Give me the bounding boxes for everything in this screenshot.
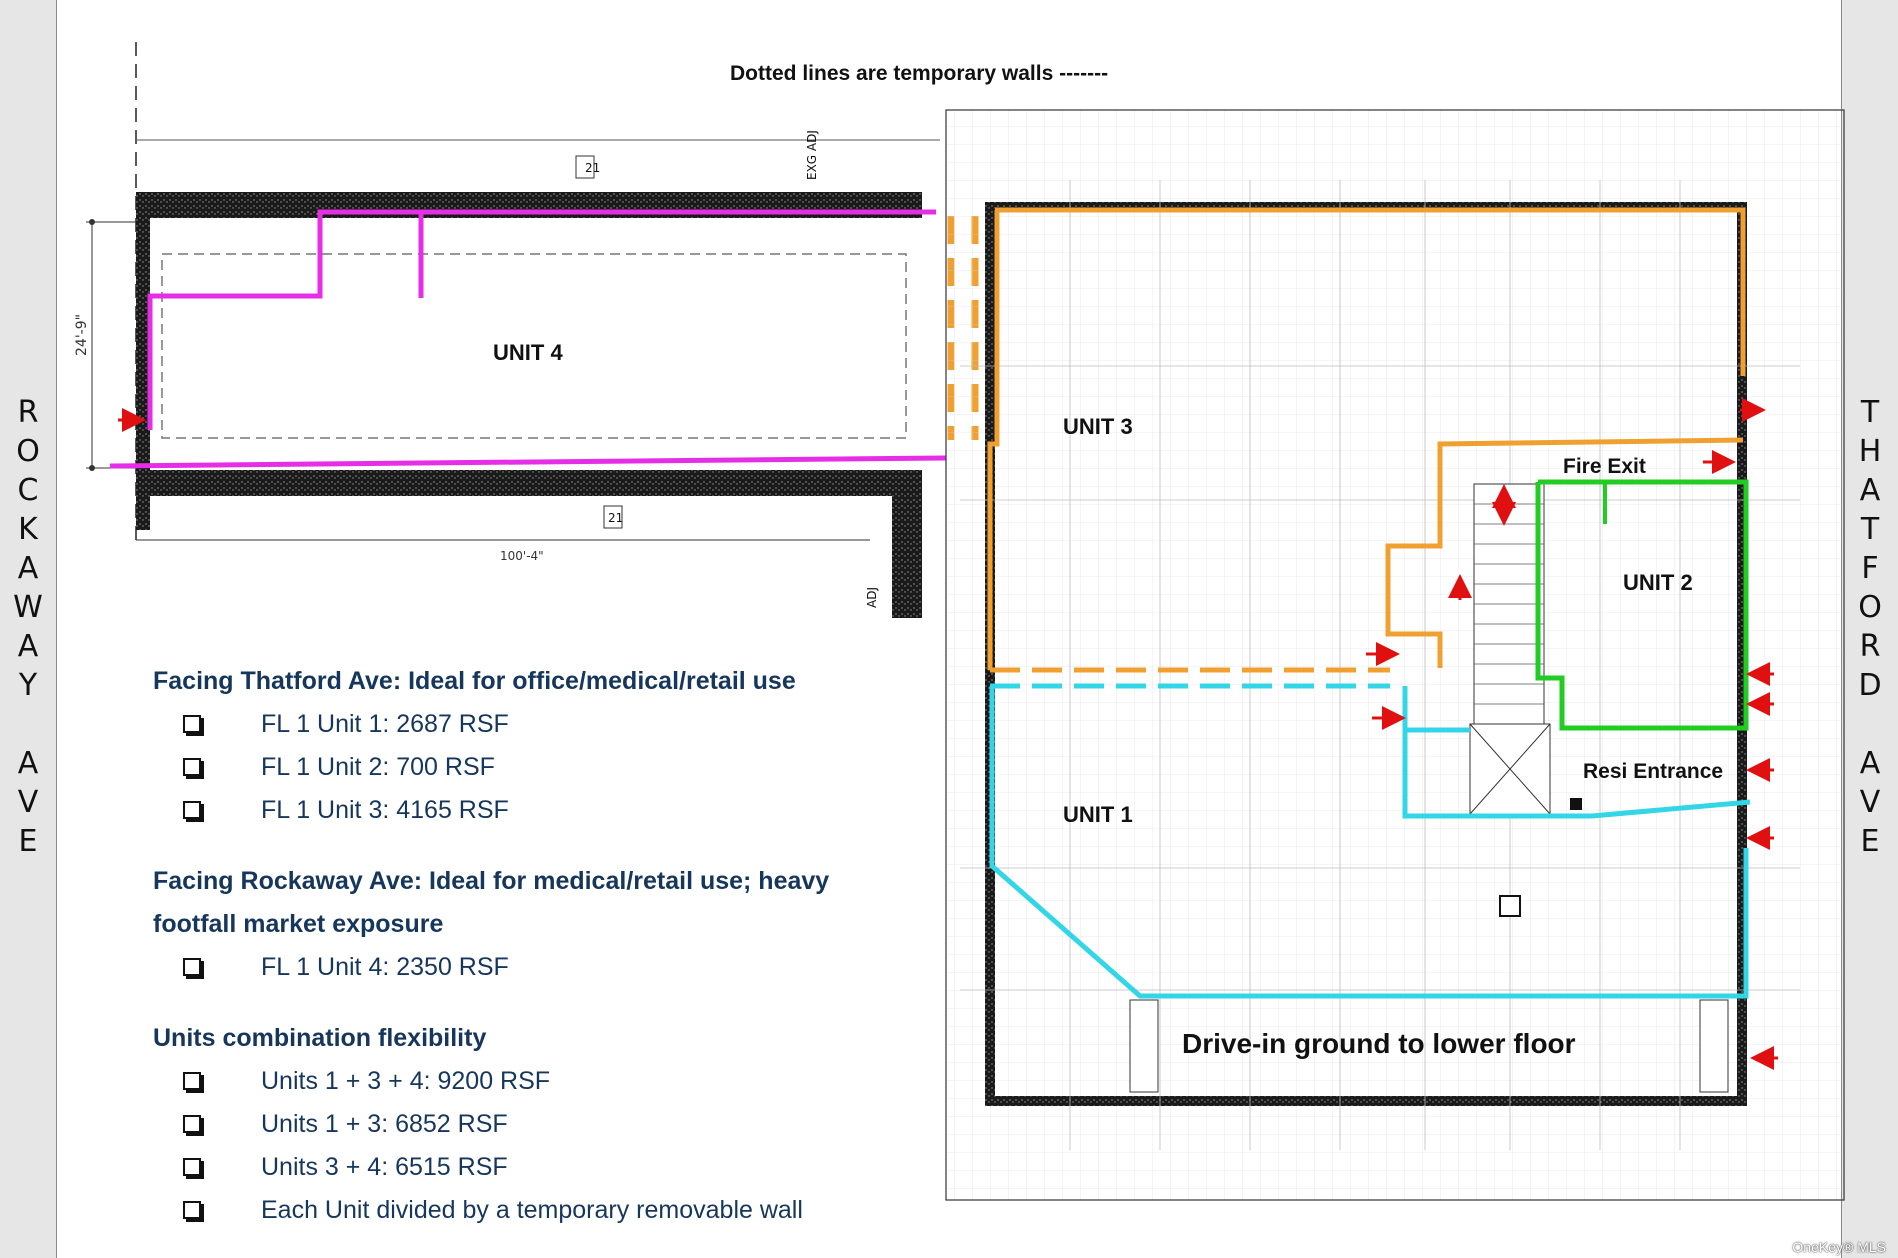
section-heading: Units combination flexibility xyxy=(153,1024,487,1052)
list-item-text: Units 1 + 3 + 4: 9200 RSF xyxy=(261,1067,551,1095)
adj-wall xyxy=(892,470,922,618)
unit4-label: UNIT 4 xyxy=(493,340,563,365)
checkbox-icon xyxy=(183,801,201,819)
section-heading: Facing Thatford Ave: Ideal for office/me… xyxy=(153,667,796,695)
exg-adj-label: EXG ADJ xyxy=(805,130,819,180)
list-item-text: FL 1 Unit 1: 2687 RSF xyxy=(261,710,509,738)
unit4-building xyxy=(86,42,979,618)
list-item: Each Unit divided by a temporary removab… xyxy=(153,1189,873,1232)
adj-label: ADJ xyxy=(865,587,879,608)
drive-in-label: Drive-in ground to lower floor xyxy=(1182,1028,1576,1059)
checkbox-icon xyxy=(183,758,201,776)
checkbox-icon xyxy=(183,715,201,733)
list-item-text: FL 1 Unit 3: 4165 RSF xyxy=(261,796,509,824)
checkbox-icon xyxy=(183,1072,201,1090)
info-panel: Facing Thatford Ave: Ideal for office/me… xyxy=(153,660,873,1232)
checkbox-icon xyxy=(183,958,201,976)
list-item: Units 1 + 3 + 4: 9200 RSF xyxy=(153,1060,873,1103)
fire-exit-label: Fire Exit xyxy=(1563,455,1646,478)
unit4-outline xyxy=(147,209,936,430)
list-item: Units 1 + 3: 6852 RSF xyxy=(153,1103,873,1146)
list-item-text: Each Unit divided by a temporary removab… xyxy=(261,1196,803,1224)
checkbox-icon xyxy=(183,1115,201,1133)
south-wall xyxy=(136,470,922,496)
unit1-label: UNIT 1 xyxy=(1063,802,1133,827)
resi-entrance-label: Resi Entrance xyxy=(1583,760,1724,783)
list-item: Units 3 + 4: 6515 RSF xyxy=(153,1146,873,1189)
width-dimension: 100'-4" xyxy=(500,549,544,563)
tag-21-label: 21 xyxy=(608,511,623,525)
list-item: FL 1 Unit 1: 2687 RSF xyxy=(153,703,873,746)
tag-21-label: 21 xyxy=(585,161,600,175)
list-item: FL 1 Unit 3: 4165 RSF xyxy=(153,789,873,832)
unit2-label: UNIT 2 xyxy=(1623,570,1693,595)
checkbox-icon xyxy=(183,1158,201,1176)
brand-watermark: OneKey® MLS xyxy=(1792,1239,1886,1255)
list-item-text: Units 3 + 4: 6515 RSF xyxy=(261,1153,508,1181)
unit3-label: UNIT 3 xyxy=(1063,414,1133,439)
unit-list: FL 1 Unit 4: 2350 RSF xyxy=(153,946,873,989)
list-item: FL 1 Unit 2: 700 RSF xyxy=(153,746,873,789)
list-item-text: FL 1 Unit 4: 2350 RSF xyxy=(261,953,509,981)
list-item-text: FL 1 Unit 2: 700 RSF xyxy=(261,753,495,781)
checkbox-icon xyxy=(183,1201,201,1219)
height-dimension: 24'-9" xyxy=(74,314,90,356)
list-item-text: Units 1 + 3: 6852 RSF xyxy=(261,1110,508,1138)
section-heading: Facing Rockaway Ave: Ideal for medical/r… xyxy=(153,867,830,938)
unit-list: FL 1 Unit 1: 2687 RSF FL 1 Unit 2: 700 R… xyxy=(153,703,873,832)
unit-list: Units 1 + 3 + 4: 9200 RSF Units 1 + 3: 6… xyxy=(153,1060,873,1232)
list-item: FL 1 Unit 4: 2350 RSF xyxy=(153,946,873,989)
